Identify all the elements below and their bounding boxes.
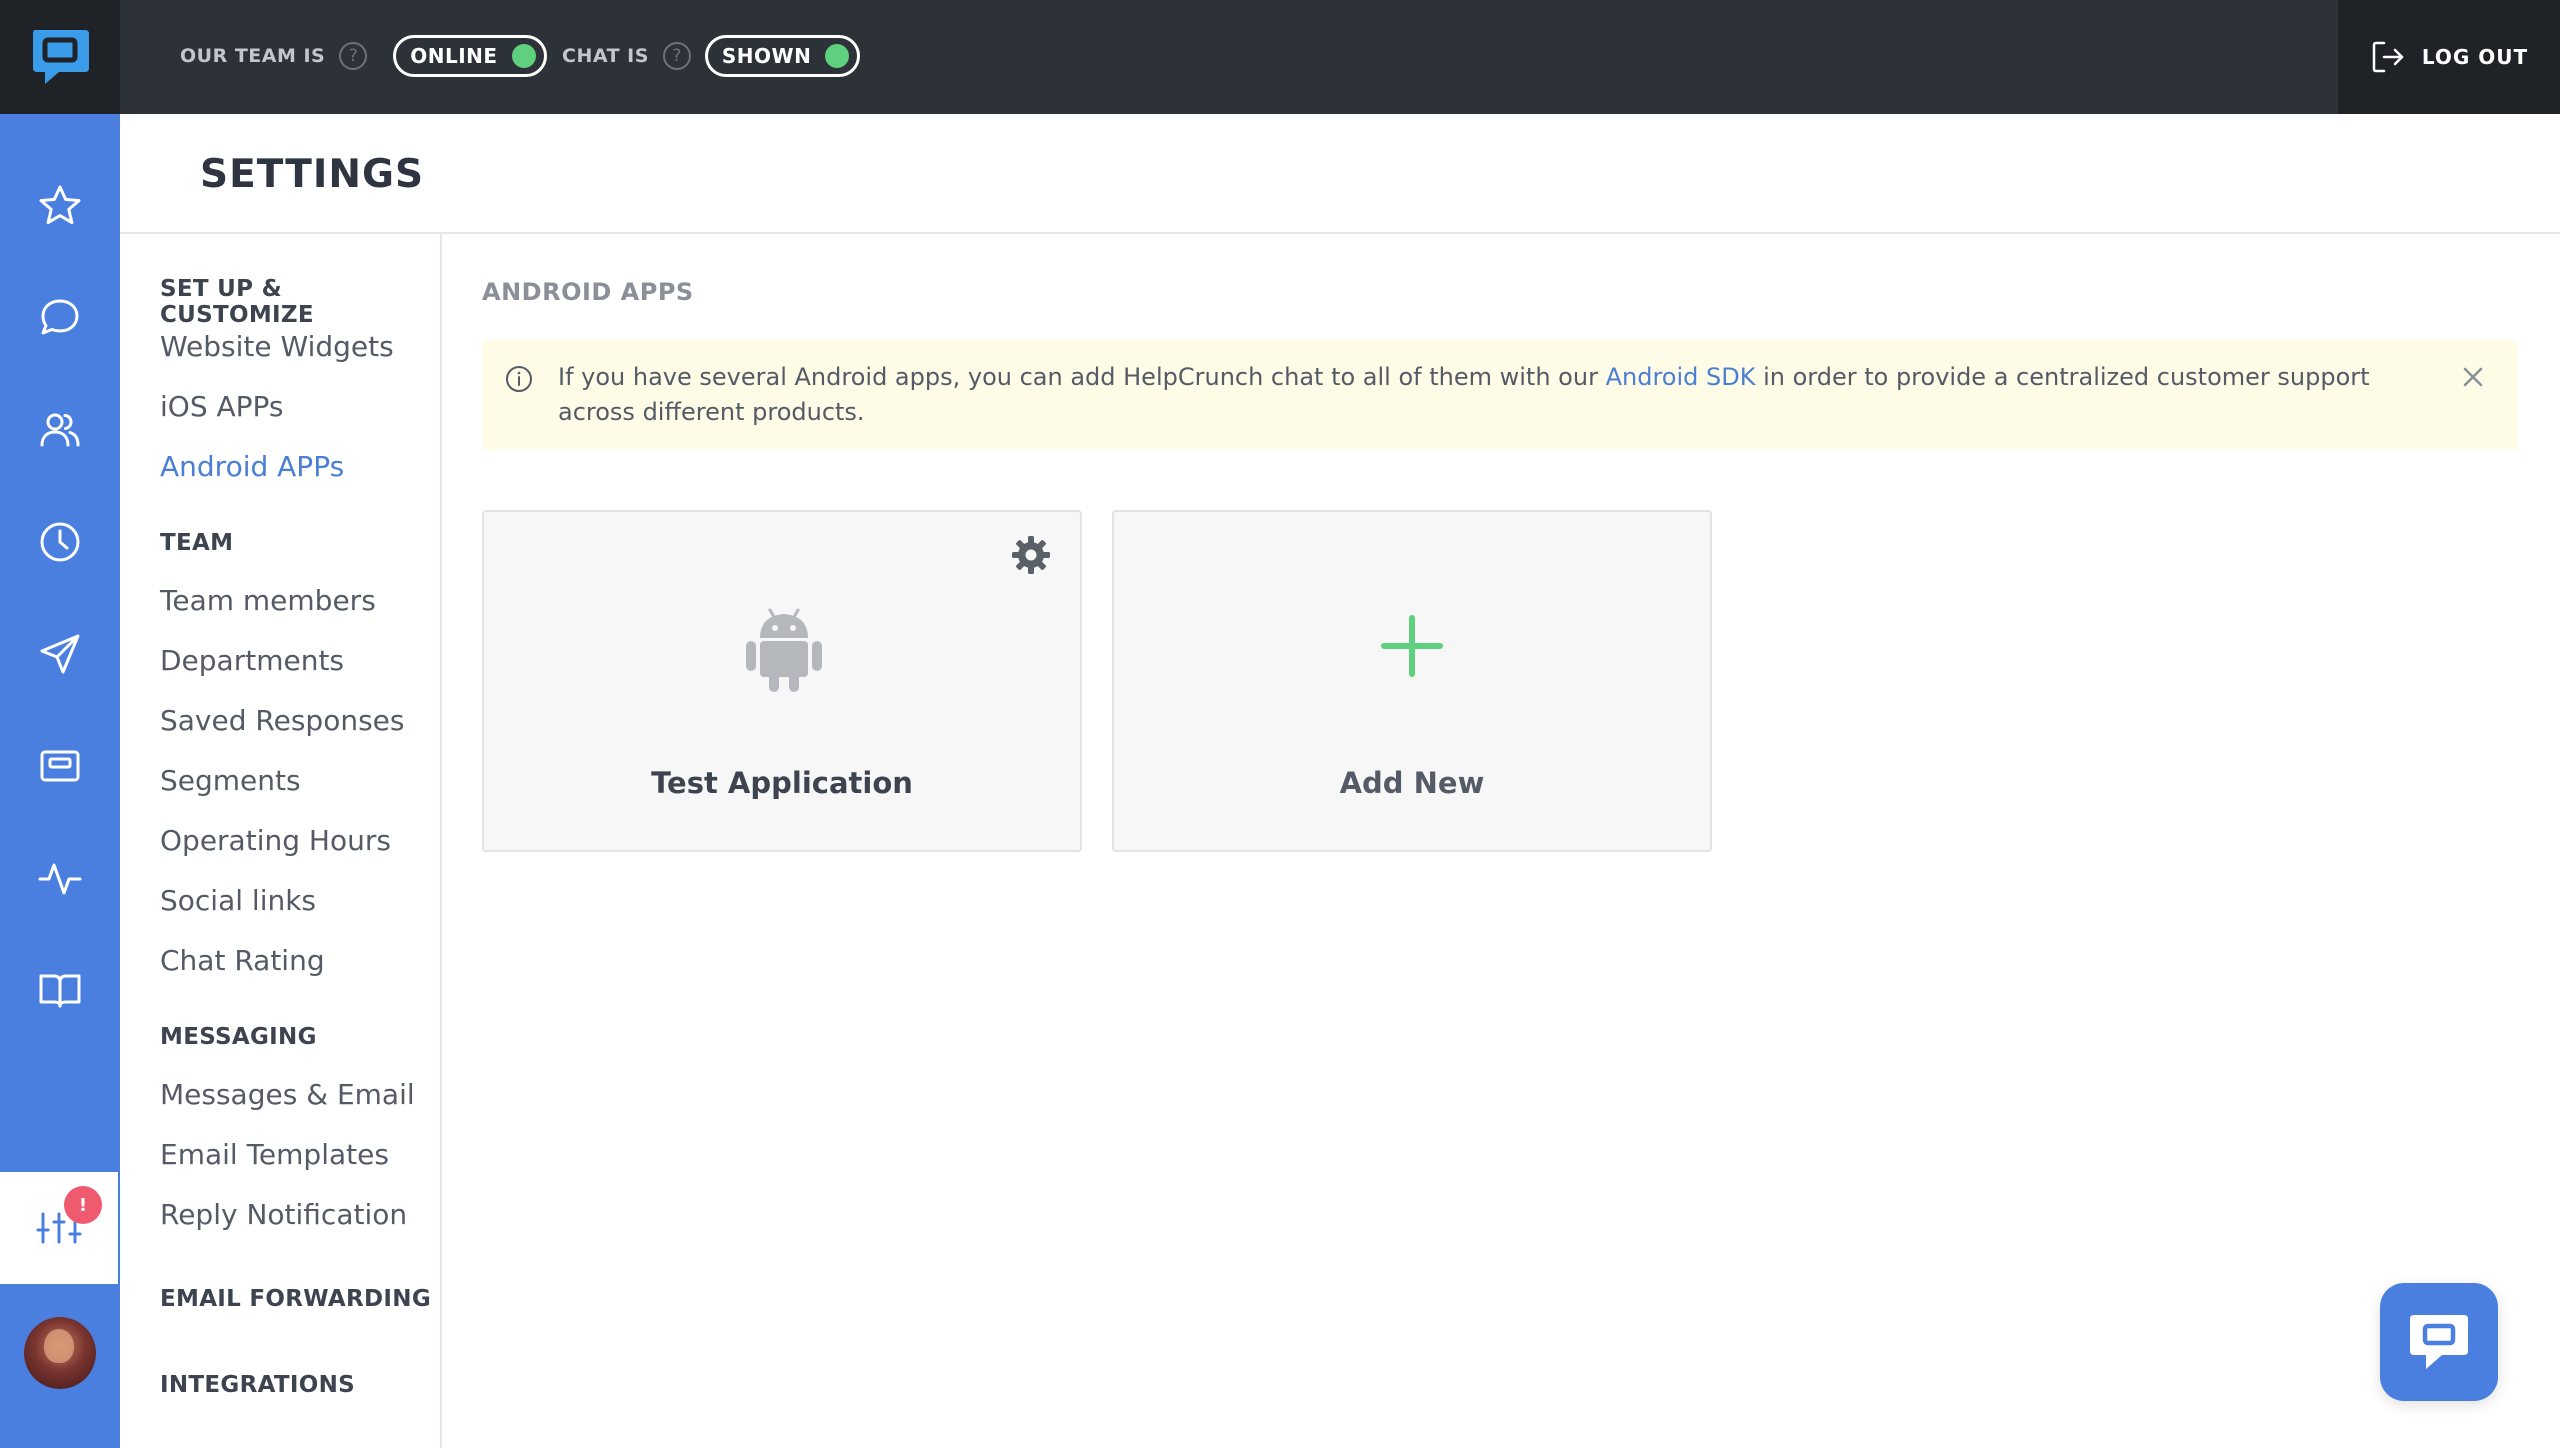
rail-item-settings[interactable]: ! [0, 1172, 118, 1284]
app-card[interactable]: Test Application [482, 510, 1082, 852]
book-icon [39, 974, 81, 1008]
rail-item-favorites[interactable] [0, 156, 120, 256]
add-new-label: Add New [1339, 766, 1485, 800]
close-icon[interactable] [2458, 362, 2488, 392]
send-icon [40, 634, 80, 674]
rail-item-reports[interactable] [0, 828, 120, 928]
top-bar: OUR TEAM IS ? ONLINE CHAT IS ? SHOWN LOG… [0, 0, 2560, 114]
team-status-group: OUR TEAM IS ? ONLINE [180, 35, 547, 77]
team-status-dot [511, 44, 536, 68]
avatar[interactable] [24, 1317, 96, 1389]
widget-icon [40, 750, 80, 782]
activity-icon [38, 863, 82, 895]
rail-item-campaigns[interactable] [0, 604, 120, 704]
section-title: ANDROID APPS [482, 278, 694, 306]
users-icon [40, 413, 80, 447]
android-sdk-link[interactable]: Android SDK [1606, 363, 1756, 391]
chat-status-dot [825, 44, 850, 68]
add-new-app-card[interactable]: Add New [1112, 510, 1712, 852]
rail-item-widget[interactable] [0, 716, 120, 816]
nav-link-email-templates[interactable]: Email Templates [160, 1138, 389, 1171]
nav-link-ios-apps[interactable]: iOS APPs [160, 390, 284, 423]
nav-section-setup: SET UP & CUSTOMIZE [160, 276, 314, 328]
star-icon [39, 185, 81, 225]
gear-icon[interactable] [1010, 534, 1052, 576]
logout-button[interactable]: LOG OUT [2338, 0, 2560, 114]
main-navigation-rail: ! [0, 114, 120, 1448]
chat-status-label: CHAT IS [562, 45, 649, 67]
app-logo[interactable] [0, 0, 120, 114]
info-icon [506, 366, 532, 392]
nav-link-social-links[interactable]: Social links [160, 884, 316, 917]
chat-status-toggle[interactable]: SHOWN [704, 35, 861, 77]
nav-link-reply-notification[interactable]: Reply Notification [160, 1198, 407, 1231]
rail-item-history[interactable] [0, 492, 120, 592]
settings-sidebar: SET UP & CUSTOMIZE Website Widgets iOS A… [120, 234, 442, 1448]
notice-text-before: If you have several Android apps, you ca… [558, 363, 1606, 391]
clock-icon [40, 522, 80, 562]
rail-item-contacts[interactable] [0, 380, 120, 480]
rail-item-chats[interactable] [0, 268, 120, 368]
page-title: SETTINGS [200, 152, 425, 197]
chat-help-icon[interactable]: ? [662, 42, 691, 70]
helpcrunch-logo-icon [33, 30, 89, 84]
nav-link-departments[interactable]: Departments [160, 644, 344, 677]
app-name: Test Application [651, 766, 913, 800]
plus-icon [1381, 615, 1443, 677]
settings-alert-badge: ! [64, 1186, 102, 1224]
logout-icon [2372, 41, 2404, 73]
nav-link-website-widgets[interactable]: Website Widgets [160, 330, 394, 363]
chat-status-value: SHOWN [721, 44, 812, 68]
team-status-toggle[interactable]: ONLINE [393, 35, 547, 77]
team-help-icon[interactable]: ? [339, 42, 368, 70]
notice-text: If you have several Android apps, you ca… [558, 360, 2438, 430]
nav-link-android-apps[interactable]: Android APPs [160, 450, 344, 483]
nav-section-team: TEAM [160, 530, 234, 556]
team-status-label: OUR TEAM IS [180, 45, 326, 67]
chat-launcher-icon [2410, 1315, 2468, 1369]
chat-launcher-button[interactable] [2380, 1283, 2498, 1401]
nav-section-email-forwarding[interactable]: EMAIL FORWARDING [160, 1286, 431, 1312]
chat-bubble-icon [41, 299, 79, 335]
nav-link-chat-rating[interactable]: Chat Rating [160, 944, 325, 977]
nav-link-operating-hours[interactable]: Operating Hours [160, 824, 391, 857]
team-status-value: ONLINE [410, 44, 498, 68]
info-notice: If you have several Android apps, you ca… [482, 340, 2518, 450]
nav-link-team-members[interactable]: Team members [160, 584, 376, 617]
nav-link-segments[interactable]: Segments [160, 764, 301, 797]
nav-link-saved-responses[interactable]: Saved Responses [160, 704, 404, 737]
nav-link-messages-email[interactable]: Messages & Email [160, 1078, 415, 1111]
page-header: SETTINGS [120, 114, 2560, 234]
android-icon [746, 608, 822, 692]
nav-section-integrations[interactable]: INTEGRATIONS [160, 1372, 355, 1398]
rail-item-knowledge-base[interactable] [0, 940, 120, 1040]
chat-status-group: CHAT IS ? SHOWN [562, 35, 861, 77]
logout-label: LOG OUT [2421, 45, 2529, 69]
main-content: ANDROID APPS If you have several Android… [442, 234, 2560, 1448]
nav-section-messaging: MESSAGING [160, 1024, 317, 1050]
